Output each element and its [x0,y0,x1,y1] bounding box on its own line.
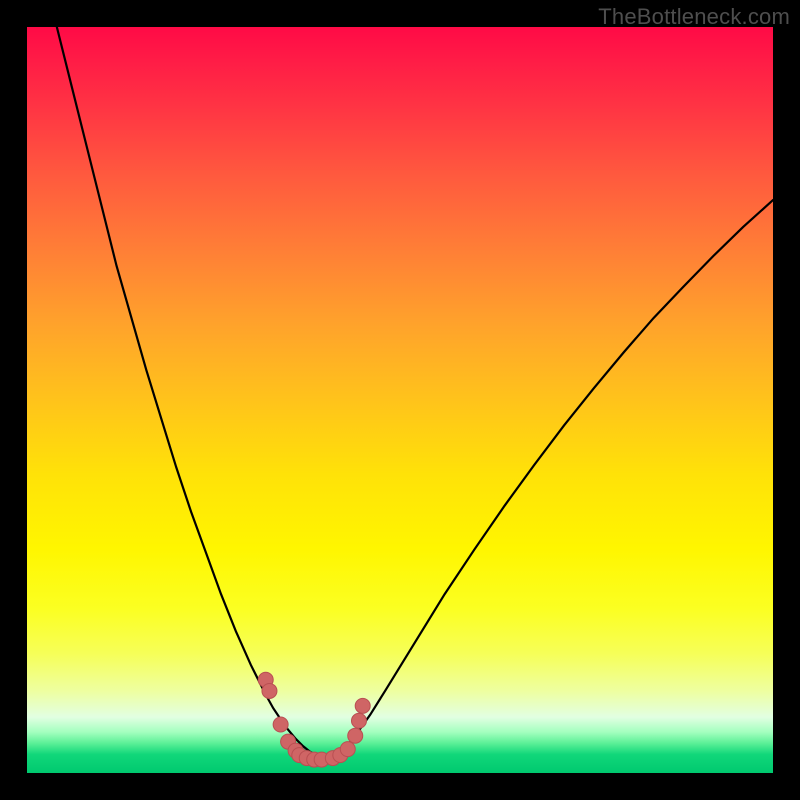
valley-marker [348,728,363,743]
valley-marker [340,742,355,757]
chart-frame: TheBottleneck.com [0,0,800,800]
valley-marker [262,683,277,698]
right-curve [325,200,773,758]
valley-marker [351,713,366,728]
watermark-text: TheBottleneck.com [598,4,790,30]
plot-area [27,27,773,773]
valley-marker [355,698,370,713]
valley-marker [273,717,288,732]
curves-layer [27,27,773,773]
left-curve [57,27,326,758]
valley-markers [258,672,370,767]
